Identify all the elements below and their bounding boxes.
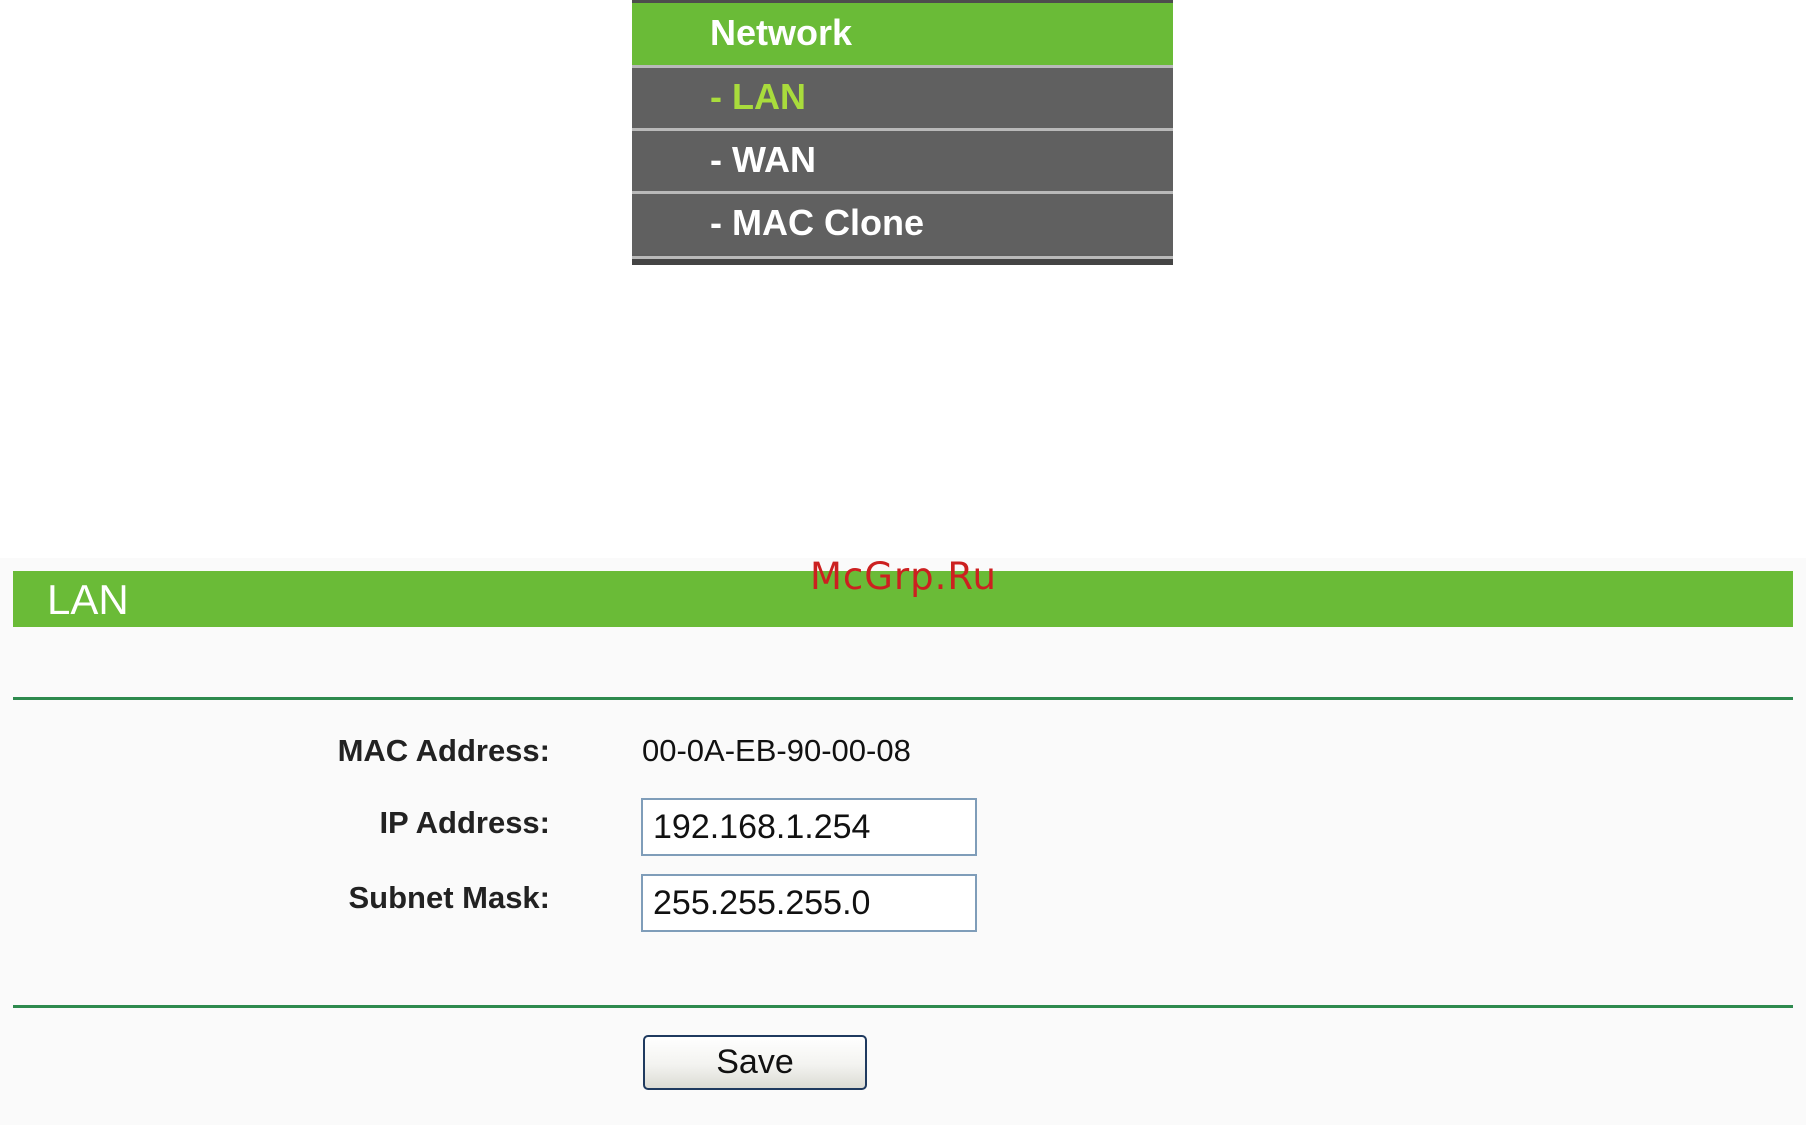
subnet-mask-label: Subnet Mask: [348, 880, 550, 915]
menu-header-label: Network [710, 12, 853, 53]
watermark: McGrp.Ru [810, 555, 997, 598]
menu-footer [632, 256, 1173, 265]
network-menu: Network - LAN - WAN - MAC Clone [632, 0, 1173, 265]
lan-panel: LAN McGrp.Ru MAC Address: 00-0A-EB-90-00… [0, 558, 1806, 1125]
divider-top [13, 697, 1793, 700]
subnet-mask-input[interactable] [641, 874, 977, 932]
menu-item-label: - WAN [710, 139, 816, 180]
menu-item-label: - MAC Clone [710, 202, 924, 243]
menu-header-network[interactable]: Network [632, 0, 1173, 68]
menu-item-wan[interactable]: - WAN [632, 128, 1173, 191]
mac-address-label: MAC Address: [337, 733, 550, 768]
save-button[interactable]: Save [643, 1035, 867, 1090]
page-title: LAN [47, 576, 129, 623]
menu-item-label: - LAN [710, 76, 806, 117]
divider-bottom [13, 1005, 1793, 1008]
menu-item-lan[interactable]: - LAN [632, 65, 1173, 128]
ip-address-input[interactable] [641, 798, 977, 856]
mac-address-value: 00-0A-EB-90-00-08 [642, 733, 911, 768]
menu-item-mac-clone[interactable]: - MAC Clone [632, 191, 1173, 254]
ip-address-label: IP Address: [379, 805, 550, 840]
router-config-page: Network - LAN - WAN - MAC Clone LAN McGr… [0, 0, 1806, 1125]
